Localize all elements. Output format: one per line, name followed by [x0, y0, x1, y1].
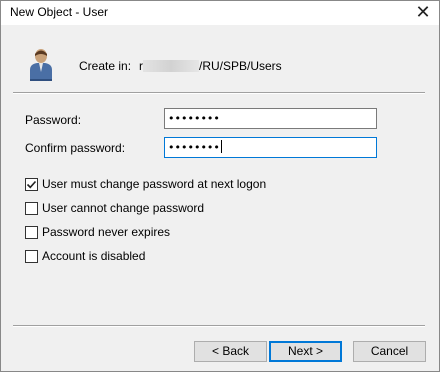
close-icon[interactable]: ✕ — [407, 1, 439, 25]
new-object-user-dialog: New Object - User ✕ Create in: r/RU/SPB/… — [0, 0, 440, 372]
option-label: Password never expires — [42, 225, 171, 239]
checkbox-password-never-expires[interactable] — [25, 225, 38, 239]
confirm-password-field[interactable]: •••••••• — [164, 137, 377, 158]
cancel-button[interactable]: Cancel — [353, 341, 426, 362]
create-in-label: Create in: — [79, 59, 132, 73]
password-field[interactable]: •••••••• — [164, 108, 377, 129]
separator — [13, 325, 425, 327]
option-label: Account is disabled — [42, 249, 146, 263]
password-value: •••••••• — [168, 112, 220, 125]
back-button[interactable]: < Back — [194, 341, 267, 362]
checkbox-must-change-password[interactable] — [25, 177, 38, 191]
user-icon — [30, 49, 52, 81]
text-caret — [220, 140, 222, 153]
option-label: User cannot change password — [42, 201, 205, 215]
option-label: User must change password at next logon — [42, 177, 267, 191]
password-label: Password: — [25, 113, 82, 127]
option-must-change-password[interactable]: User must change password at next logon — [25, 177, 266, 191]
check-icon — [26, 180, 37, 188]
option-cannot-change-password[interactable]: User cannot change password — [25, 201, 204, 215]
separator — [13, 92, 425, 94]
window-title: New Object - User — [10, 5, 109, 19]
checkbox-account-disabled[interactable] — [25, 249, 38, 263]
option-account-disabled[interactable]: Account is disabled — [25, 249, 145, 263]
create-in-path: r/RU/SPB/Users — [139, 59, 282, 73]
confirm-password-label: Confirm password: — [25, 141, 126, 155]
option-password-never-expires[interactable]: Password never expires — [25, 225, 170, 239]
create-in-suffix: /RU/SPB/Users — [199, 59, 282, 73]
title-bar: New Object - User ✕ — [1, 1, 439, 25]
confirm-password-value: •••••••• — [168, 141, 220, 154]
redacted-segment — [143, 60, 199, 72]
checkbox-cannot-change-password[interactable] — [25, 201, 38, 215]
next-button[interactable]: Next > — [269, 341, 342, 362]
